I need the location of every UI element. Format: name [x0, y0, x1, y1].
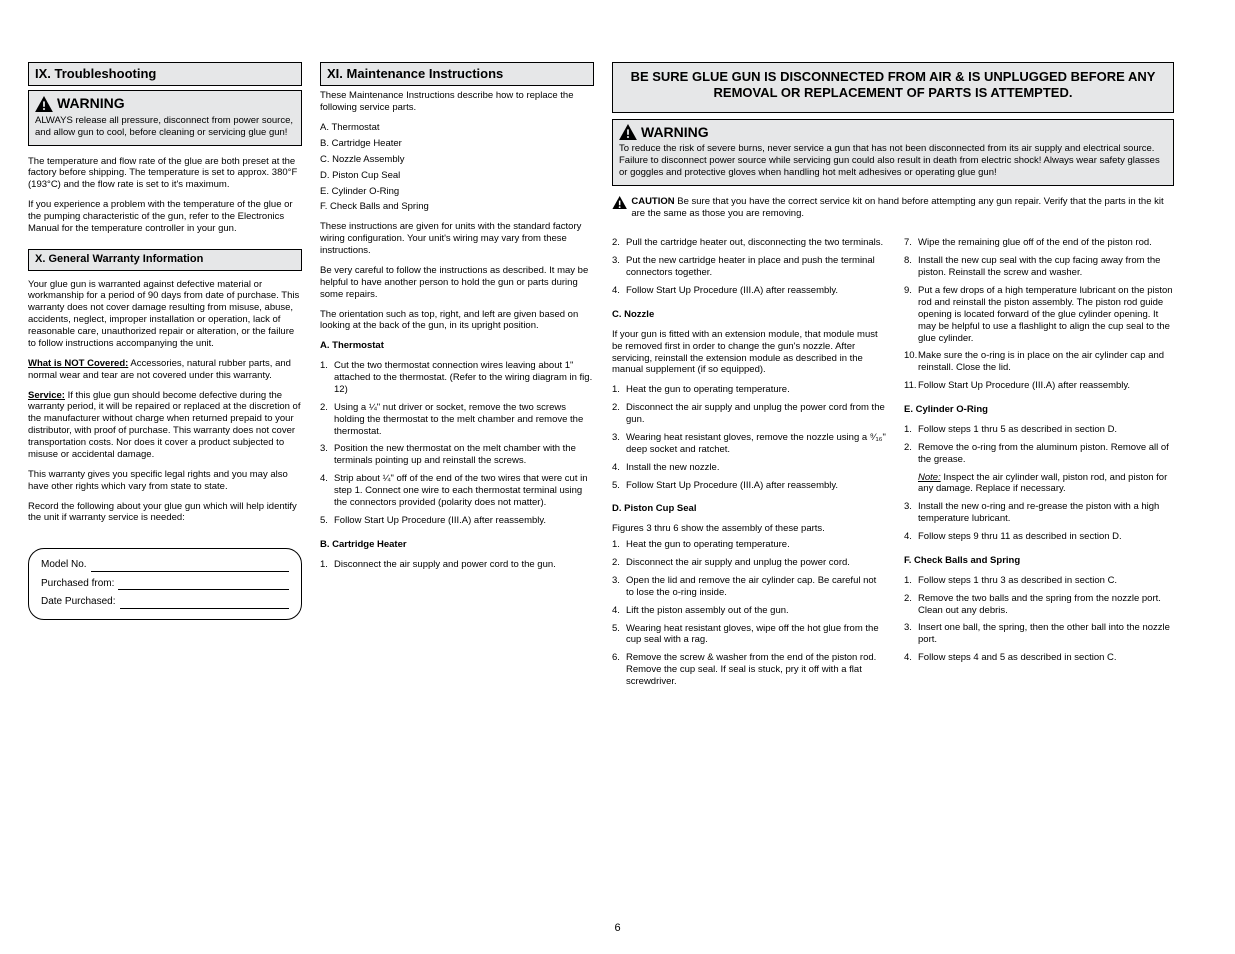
part-f-steps: 1.Follow steps 1 thru 3 as described in …	[904, 575, 1178, 670]
warning-label: WARNING	[641, 124, 709, 142]
section-header-warranty: X. General Warranty Information	[28, 249, 302, 271]
caution-inline: CAUTION Be sure that you have the correc…	[612, 196, 1174, 220]
troubleshoot-para-2: If you experience a problem with the tem…	[28, 199, 302, 235]
date-purchased-label: Date Purchased:	[41, 596, 116, 609]
warranty-service: Service: If this glue gun should become …	[28, 390, 302, 461]
section-header-troubleshooting: IX. Troubleshooting	[28, 62, 302, 86]
part-d: D. Piston Cup Seal	[320, 170, 594, 182]
part-b-step1: 1.Disconnect the air supply and power co…	[320, 559, 594, 577]
part-e-steps: 1.Follow steps 1 thru 5 as described in …	[904, 424, 1178, 549]
warning-box-1: WARNING ALWAYS release all pressure, dis…	[28, 90, 302, 145]
not-covered-label: What is NOT Covered:	[28, 358, 128, 369]
warning-icon	[619, 124, 637, 140]
maint-intro: These Maintenance Instructions describe …	[320, 90, 594, 114]
part-d-steps: 1.Heat the gun to operating temperature.…	[612, 539, 886, 694]
model-no-blank	[91, 562, 289, 572]
warranty-para-1: Your glue gun is warranted against defec…	[28, 279, 302, 350]
warning-label: WARNING	[57, 95, 125, 113]
record-card: Model No. Purchased from: Date Purchased…	[28, 548, 302, 620]
part-c-steps: 1.Heat the gun to operating temperature.…	[612, 384, 886, 497]
column-3: 2.Pull the cartridge heater out, disconn…	[612, 237, 886, 694]
part-d-title: D. Piston Cup Seal	[612, 503, 886, 515]
maint-parts-list: A. Thermostat B. Cartridge Heater C. Noz…	[320, 118, 594, 213]
maint-para-3: Be very careful to follow the instructio…	[320, 265, 594, 301]
warranty-rights: This warranty gives you specific legal r…	[28, 469, 302, 493]
column-2: XI. Maintenance Instructions These Maint…	[320, 62, 594, 694]
part-a-title: A. Thermostat	[320, 340, 594, 352]
warning-icon	[35, 96, 53, 112]
service-label: Service:	[28, 390, 65, 401]
part-e-title: E. Cylinder O-Ring	[904, 404, 1178, 416]
part-b-steps-cont: 2.Pull the cartridge heater out, disconn…	[612, 237, 886, 303]
date-purchased-blank	[120, 599, 290, 609]
page-number: 6	[614, 922, 620, 936]
purchased-from-blank	[118, 580, 289, 590]
part-a-steps: 1.Cut the two thermostat connection wire…	[320, 360, 594, 533]
model-no-label: Model No.	[41, 559, 87, 572]
caution-icon	[612, 196, 627, 214]
warning-box-2: WARNING To reduce the risk of severe bur…	[612, 119, 1174, 186]
maint-para-2: These instructions are given for units w…	[320, 221, 594, 257]
warranty-record-intro: Record the following about your glue gun…	[28, 501, 302, 525]
part-e: E. Cylinder O-Ring	[320, 186, 594, 198]
part-b: B. Cartridge Heater	[320, 138, 594, 150]
part-c: C. Nozzle Assembly	[320, 154, 594, 166]
purchased-from-label: Purchased from:	[41, 578, 114, 591]
part-c-intro: If your gun is fitted with an extension …	[612, 329, 886, 377]
maint-para-4: The orientation such as top, right, and …	[320, 309, 594, 333]
troubleshoot-para-1: The temperature and flow rate of the glu…	[28, 156, 302, 192]
part-f: F. Check Balls and Spring	[320, 201, 594, 213]
disconnect-banner: BE SURE GLUE GUN IS DISCONNECTED FROM AI…	[612, 62, 1174, 113]
part-f-title: F. Check Balls and Spring	[904, 555, 1178, 567]
part-a: A. Thermostat	[320, 122, 594, 134]
columns-3-4-wrapper: BE SURE GLUE GUN IS DISCONNECTED FROM AI…	[612, 62, 1174, 694]
part-c-title: C. Nozzle	[612, 309, 886, 321]
warning-body: ALWAYS release all pressure, disconnect …	[35, 115, 295, 139]
column-1: IX. Troubleshooting WARNING ALWAYS relea…	[28, 62, 302, 694]
part-b-title: B. Cartridge Heater	[320, 539, 594, 551]
warranty-not-covered: What is NOT Covered: Accessories, natura…	[28, 358, 302, 382]
part-d-intro: Figures 3 thru 6 show the assembly of th…	[612, 523, 886, 535]
part-d-steps-cont: 7.Wipe the remaining glue off of the end…	[904, 237, 1178, 398]
caution-label: CAUTION	[631, 196, 674, 207]
warning-body-2: To reduce the risk of severe burns, neve…	[619, 143, 1167, 179]
column-4: 7.Wipe the remaining glue off of the end…	[904, 237, 1178, 694]
section-header-maintenance: XI. Maintenance Instructions	[320, 62, 594, 86]
